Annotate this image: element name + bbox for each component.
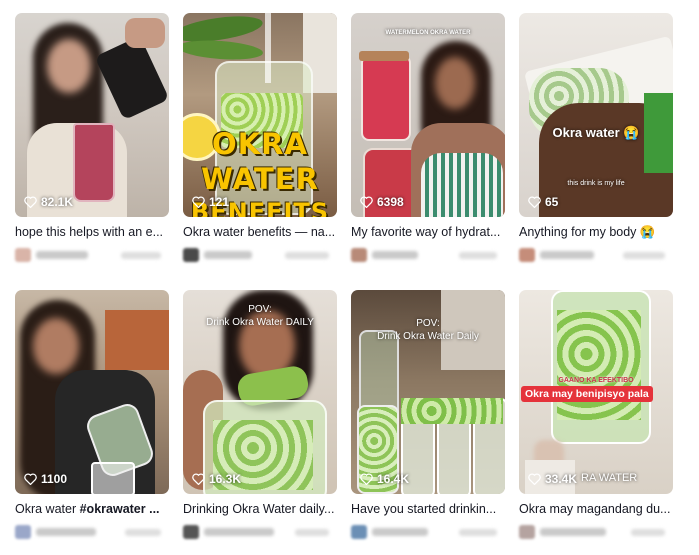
view-count bbox=[285, 251, 329, 259]
thumbnail-image bbox=[15, 290, 169, 494]
view-count bbox=[121, 251, 161, 259]
video-caption[interactable]: My favorite way of hydrat... bbox=[351, 225, 505, 240]
overlay-text: Okra water 😭 bbox=[552, 125, 640, 140]
heart-icon bbox=[360, 196, 373, 208]
video-thumbnail[interactable]: 82.1K bbox=[15, 13, 169, 217]
like-count: 1100 bbox=[24, 472, 67, 486]
view-count bbox=[631, 528, 665, 536]
video-thumbnail[interactable]: Okra water 😭 this drink is my life 65 bbox=[519, 13, 673, 217]
video-card[interactable]: 82.1K hope this helps with an e... bbox=[15, 13, 169, 263]
overlay-text: WATERMELON OKRA WATER bbox=[385, 30, 471, 36]
username[interactable] bbox=[540, 528, 606, 536]
username[interactable] bbox=[204, 528, 274, 536]
overlay-banner: Okra may benipisyo pala bbox=[521, 386, 653, 402]
video-thumbnail[interactable]: POV: Drink Okra Water Daily 16.4K bbox=[351, 290, 505, 494]
caption-text: Okra water bbox=[15, 502, 80, 516]
video-caption[interactable]: hope this helps with an e... bbox=[15, 225, 169, 240]
overlay-bottom-text: RA WATER bbox=[581, 472, 638, 484]
like-count-text: 33.4K bbox=[545, 472, 578, 486]
like-count-text: 16.3K bbox=[209, 472, 242, 486]
avatar[interactable] bbox=[351, 248, 367, 262]
video-card[interactable]: POV: Drink Okra Water DAILY 16.3K Drinki… bbox=[183, 290, 337, 540]
video-meta bbox=[519, 524, 673, 540]
thumbnail-image bbox=[15, 13, 169, 217]
video-caption[interactable]: Okra water benefits — na... bbox=[183, 225, 337, 240]
like-count: 82.1K bbox=[24, 195, 73, 209]
video-card[interactable]: POV: Drink Okra Water Daily 16.4K Have y… bbox=[351, 290, 505, 540]
heart-icon bbox=[528, 196, 541, 208]
video-caption[interactable]: Okra may magandang du... bbox=[519, 502, 673, 517]
video-card[interactable]: Okra water 😭 this drink is my life 65 An… bbox=[519, 13, 673, 263]
like-count: 6398 bbox=[360, 195, 404, 209]
like-count-text: 16.4K bbox=[377, 472, 410, 486]
username[interactable] bbox=[36, 528, 96, 536]
overlay-text: POV: bbox=[416, 318, 440, 329]
view-count bbox=[295, 528, 329, 536]
video-meta bbox=[351, 247, 505, 263]
video-meta bbox=[351, 524, 505, 540]
heart-icon bbox=[24, 473, 37, 485]
video-caption[interactable]: Okra water #okrawater ... bbox=[15, 502, 169, 517]
video-card[interactable]: 1100 Okra water #okrawater ... bbox=[15, 290, 169, 540]
video-caption[interactable]: Have you started drinkin... bbox=[351, 502, 505, 517]
username[interactable] bbox=[372, 528, 428, 536]
avatar[interactable] bbox=[15, 525, 31, 539]
video-meta bbox=[183, 524, 337, 540]
video-meta bbox=[15, 524, 169, 540]
like-count-text: 1100 bbox=[41, 472, 68, 486]
overlay-title-line: WATER bbox=[201, 162, 319, 196]
like-count: 16.3K bbox=[192, 472, 241, 486]
heart-icon bbox=[192, 196, 205, 208]
view-count bbox=[125, 528, 161, 536]
like-count: 65 bbox=[528, 195, 558, 209]
heart-icon bbox=[192, 473, 205, 485]
video-thumbnail[interactable]: WATERMELON OKRA WATER 6398 bbox=[351, 13, 505, 217]
video-caption[interactable]: Anything for my body 😭 bbox=[519, 225, 673, 240]
thumbnail-image bbox=[351, 13, 505, 217]
video-thumbnail[interactable]: GAANO KA EFEKTIBO Okra may benipisyo pal… bbox=[519, 290, 673, 494]
video-thumbnail[interactable]: OKRA WATER BENEFITS 121 bbox=[183, 13, 337, 217]
hashtag-link[interactable]: #okrawater ... bbox=[80, 502, 160, 516]
like-count: 16.4K bbox=[360, 472, 409, 486]
username[interactable] bbox=[36, 251, 88, 259]
video-caption[interactable]: Drinking Okra Water daily... bbox=[183, 502, 337, 517]
overlay-small-text: this drink is my life bbox=[567, 180, 625, 187]
view-count bbox=[459, 528, 497, 536]
heart-icon bbox=[24, 196, 37, 208]
overlay-bg-text: GAANO KA EFEKTIBO bbox=[558, 377, 634, 384]
avatar[interactable] bbox=[519, 525, 535, 539]
avatar[interactable] bbox=[15, 248, 31, 262]
video-meta bbox=[183, 247, 337, 263]
overlay-title-line: OKRA bbox=[212, 127, 308, 161]
video-card[interactable]: WATERMELON OKRA WATER 6398 My favorite w… bbox=[351, 13, 505, 263]
video-card[interactable]: OKRA WATER BENEFITS 121 Okra water benef… bbox=[183, 13, 337, 263]
avatar[interactable] bbox=[183, 248, 199, 262]
overlay-text: POV: bbox=[248, 304, 272, 315]
username[interactable] bbox=[204, 251, 252, 259]
video-meta bbox=[519, 247, 673, 263]
avatar[interactable] bbox=[183, 525, 199, 539]
like-count: 33.4K bbox=[528, 472, 577, 486]
video-meta bbox=[15, 247, 169, 263]
like-count-text: 121 bbox=[209, 195, 230, 209]
view-count bbox=[623, 251, 665, 259]
like-count-text: 82.1K bbox=[41, 195, 74, 209]
video-thumbnail[interactable]: POV: Drink Okra Water DAILY 16.3K bbox=[183, 290, 337, 494]
avatar[interactable] bbox=[519, 248, 535, 262]
view-count bbox=[459, 251, 497, 259]
username[interactable] bbox=[372, 251, 418, 259]
like-count: 121 bbox=[192, 195, 229, 209]
heart-icon bbox=[360, 473, 373, 485]
video-card[interactable]: GAANO KA EFEKTIBO Okra may benipisyo pal… bbox=[519, 290, 673, 540]
avatar[interactable] bbox=[351, 525, 367, 539]
overlay-text-line2: Drink Okra Water Daily bbox=[377, 331, 479, 342]
heart-icon bbox=[528, 473, 541, 485]
overlay-text-line2: Drink Okra Water DAILY bbox=[206, 317, 314, 328]
video-thumbnail[interactable]: 1100 bbox=[15, 290, 169, 494]
like-count-text: 65 bbox=[545, 195, 559, 209]
like-count-text: 6398 bbox=[377, 195, 404, 209]
username[interactable] bbox=[540, 251, 594, 259]
